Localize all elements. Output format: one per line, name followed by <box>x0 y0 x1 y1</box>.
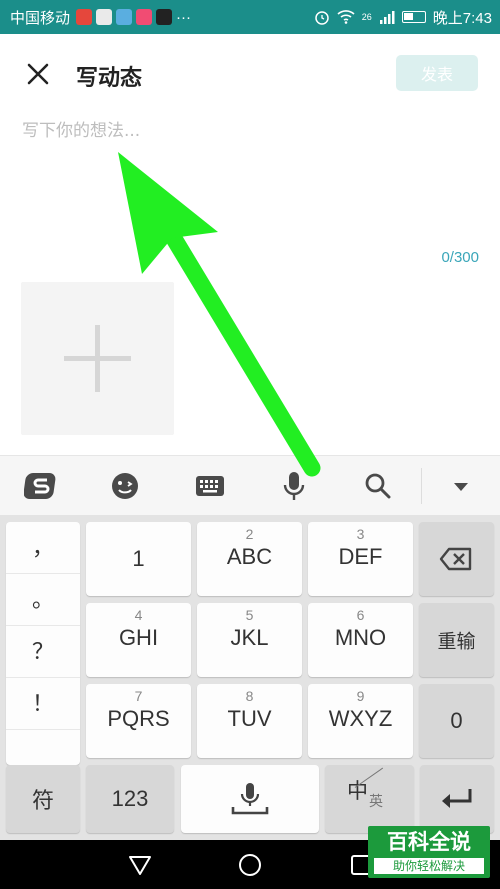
carrier-name: 中国移动 <box>10 9 71 27</box>
page-title: 写动态 <box>76 66 143 91</box>
home-circle-icon[interactable] <box>237 852 263 878</box>
sogou-logo-icon[interactable] <box>22 466 62 506</box>
key-4[interactable]: 4 GHI <box>86 603 191 677</box>
language-switch-key[interactable]: 中 英 <box>325 765 414 833</box>
compose-header: 写动态 发表 <box>0 34 500 114</box>
space-key[interactable] <box>181 765 319 833</box>
ime-toolbar <box>0 455 500 515</box>
toolbar-divider <box>421 468 422 504</box>
punctuation-exclamation[interactable]: ！ <box>6 678 80 730</box>
enter-icon <box>442 789 472 808</box>
punctuation-column[interactable]: ， 。 ？ ！ <box>6 522 80 765</box>
emoji-icon[interactable] <box>105 466 145 506</box>
search-icon[interactable] <box>358 466 398 506</box>
numeric-key[interactable]: 123 <box>86 765 174 833</box>
battery-icon <box>401 11 426 23</box>
key-7[interactable]: 7 PQRS <box>86 684 191 758</box>
reenter-key[interactable]: 重输 <box>419 603 494 677</box>
key-8[interactable]: 8 TUV <box>197 684 302 758</box>
backspace-icon <box>439 547 472 571</box>
space-microphone-icon <box>231 783 269 815</box>
telegram-icon <box>116 9 133 25</box>
punctuation-period[interactable]: 。 <box>6 574 80 626</box>
network-type: 26 <box>361 12 372 22</box>
punctuation-question[interactable]: ？ <box>6 626 80 678</box>
watermark-logo: 百科全说 助你轻松解决 <box>368 826 490 878</box>
status-bar: 中国移动 ··· 26 晚上7:43 <box>0 0 500 34</box>
alarm-icon <box>315 11 329 25</box>
wifi-icon <box>337 10 355 24</box>
t9-keyboard: ， 。 ？ ！ 1 2 ABC 3 DEF 4 GHI 5 JKL 6 MNO … <box>0 515 500 840</box>
key-2[interactable]: 2 ABC <box>197 522 302 596</box>
add-image-button[interactable] <box>21 282 174 435</box>
close-icon[interactable] <box>22 58 54 90</box>
punctuation-comma[interactable]: ， <box>6 522 80 574</box>
app-icon <box>96 9 113 25</box>
notification-icons: ··· <box>76 9 191 26</box>
back-triangle-icon[interactable] <box>127 852 153 878</box>
post-text-input[interactable] <box>22 116 478 236</box>
key-9[interactable]: 9 WXYZ <box>308 684 413 758</box>
more-notifications-icon: ··· <box>176 8 192 26</box>
clock: 晚上7:43 <box>432 9 492 27</box>
microphone-icon[interactable] <box>274 466 314 506</box>
key-6[interactable]: 6 MNO <box>308 603 413 677</box>
publish-button[interactable]: 发表 <box>396 55 478 91</box>
key-3[interactable]: 3 DEF <box>308 522 413 596</box>
key-0[interactable]: 0 <box>419 684 494 758</box>
char-counter: 0/300 <box>441 249 479 266</box>
plus-icon <box>64 325 131 392</box>
video-app-icon <box>136 9 153 25</box>
key-1[interactable]: 1 <box>86 522 191 596</box>
signal-icon <box>379 11 395 24</box>
backspace-key[interactable] <box>419 522 494 596</box>
enter-key[interactable] <box>420 765 494 833</box>
keyboard-icon[interactable] <box>190 466 230 506</box>
news-app-icon <box>76 9 93 25</box>
tiktok-icon <box>156 9 173 25</box>
key-5[interactable]: 5 JKL <box>197 603 302 677</box>
collapse-keyboard-icon[interactable] <box>441 466 481 506</box>
symbol-key[interactable]: 符 <box>6 765 80 833</box>
